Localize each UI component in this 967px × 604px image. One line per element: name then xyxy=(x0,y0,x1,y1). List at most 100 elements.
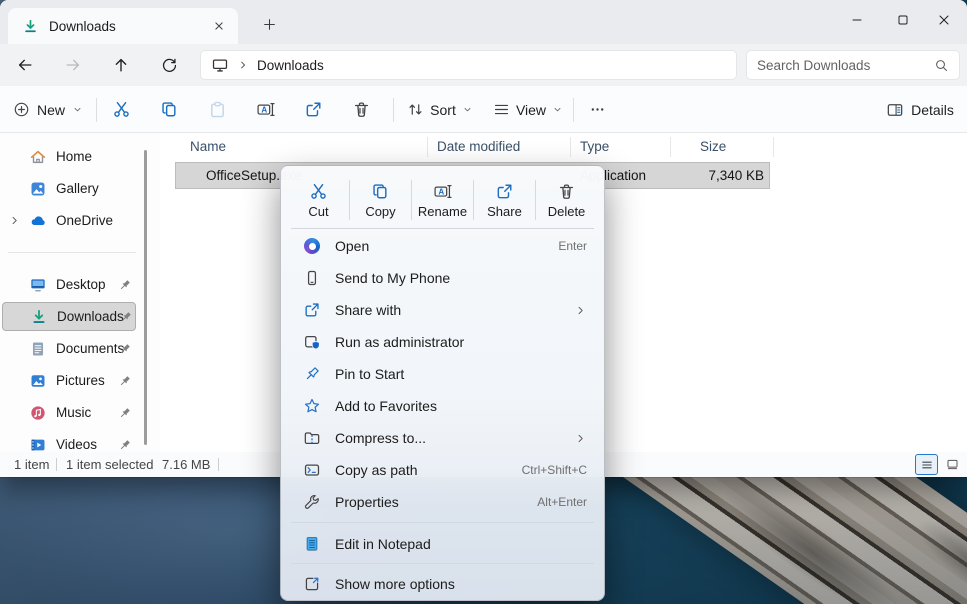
sidebar-item-label: Pictures xyxy=(56,373,105,388)
quick-copy-button[interactable]: Copy xyxy=(350,172,411,228)
search-icon[interactable] xyxy=(934,58,949,73)
column-header-type[interactable]: Type xyxy=(580,139,609,154)
menu-item-send-to-my-phone[interactable]: Send to My Phone xyxy=(286,262,599,294)
rename-button[interactable] xyxy=(245,93,285,126)
item-count: 1 item xyxy=(14,457,49,472)
details-pane-label: Details xyxy=(911,102,954,118)
up-button[interactable] xyxy=(105,51,137,79)
trash-icon xyxy=(557,182,576,201)
menu-item-properties[interactable]: Properties Alt+Enter xyxy=(286,486,599,518)
sidebar-item-label: Desktop xyxy=(56,277,106,292)
expand-chevron-icon[interactable] xyxy=(8,214,22,227)
quick-actions-row: Cut Copy Rename Share Delete xyxy=(288,172,597,228)
column-divider[interactable] xyxy=(670,137,671,157)
menu-item-label: Copy as path xyxy=(335,462,522,478)
menu-item-run-as-administrator[interactable]: Run as administrator xyxy=(286,326,599,358)
toolbar-divider xyxy=(393,98,394,122)
details-pane-button[interactable]: Details xyxy=(880,93,960,126)
navigation-bar: Downloads xyxy=(0,44,967,86)
sidebar-item-pictures[interactable]: Pictures xyxy=(2,366,136,395)
new-button[interactable]: New xyxy=(10,93,86,126)
share-icon xyxy=(495,182,514,201)
status-divider xyxy=(218,458,219,471)
submenu-chevron-icon xyxy=(574,432,587,445)
tab-close-icon[interactable] xyxy=(206,14,232,38)
quick-action-label: Delete xyxy=(548,204,586,219)
search-box xyxy=(746,50,960,80)
sidebar-item-music[interactable]: Music xyxy=(2,398,136,427)
desktop-icon xyxy=(29,276,47,294)
screen: Downloads Downloads xyxy=(0,0,967,604)
sidebar-item-documents[interactable]: Documents xyxy=(2,334,136,363)
quick-cut-button[interactable]: Cut xyxy=(288,172,349,228)
sidebar-item-onedrive[interactable]: OneDrive xyxy=(2,206,136,235)
wrench-icon xyxy=(302,493,322,511)
menu-item-copy-as-path[interactable]: Copy as path Ctrl+Shift+C xyxy=(286,454,599,486)
pin-icon xyxy=(118,374,134,388)
plus-circle-icon xyxy=(13,101,30,118)
quick-action-label: Rename xyxy=(418,204,467,219)
search-input[interactable] xyxy=(757,58,934,73)
back-button[interactable] xyxy=(9,51,41,79)
cut-button[interactable] xyxy=(101,93,141,126)
menu-item-pin-to-start[interactable]: Pin to Start xyxy=(286,358,599,390)
column-header-size[interactable]: Size xyxy=(700,139,726,154)
maximize-button[interactable] xyxy=(880,1,926,39)
home-icon xyxy=(29,148,47,166)
refresh-button[interactable] xyxy=(153,51,185,79)
compress-folder-icon xyxy=(302,429,322,447)
sidebar-item-desktop[interactable]: Desktop xyxy=(2,270,136,299)
paste-button[interactable] xyxy=(197,93,237,126)
shortcut-label: Alt+Enter xyxy=(537,495,587,509)
large-icons-view-toggle[interactable] xyxy=(941,454,964,475)
sidebar-item-label: Gallery xyxy=(56,181,99,196)
menu-item-compress-to[interactable]: Compress to... xyxy=(286,422,599,454)
menu-item-share-with[interactable]: Share with xyxy=(286,294,599,326)
more-options-button[interactable] xyxy=(579,93,615,126)
new-tab-button[interactable] xyxy=(254,10,284,38)
office-icon xyxy=(302,238,322,254)
column-headers: Name Date modified Type Size xyxy=(160,133,967,161)
menu-item-add-to-favorites[interactable]: Add to Favorites xyxy=(286,390,599,422)
menu-item-label: Edit in Notepad xyxy=(335,536,587,552)
quick-share-button[interactable]: Share xyxy=(474,172,535,228)
column-divider[interactable] xyxy=(570,137,571,157)
view-button[interactable]: View xyxy=(489,93,567,126)
column-divider[interactable] xyxy=(773,137,774,157)
sidebar-scrollbar[interactable] xyxy=(144,150,147,445)
delete-button[interactable] xyxy=(341,93,381,126)
status-divider xyxy=(56,458,57,471)
minimize-button[interactable] xyxy=(834,1,880,39)
sidebar-item-downloads[interactable]: Downloads xyxy=(2,302,136,331)
downloads-tab-icon xyxy=(22,18,39,35)
menu-item-label: Pin to Start xyxy=(335,366,587,382)
menu-item-open[interactable]: Open Enter xyxy=(286,230,599,262)
close-button[interactable] xyxy=(921,1,967,39)
menu-item-edit-in-notepad[interactable]: Edit in Notepad xyxy=(286,528,599,560)
copy-button[interactable] xyxy=(149,93,189,126)
navigation-pane: Home Gallery OneDrive Desktop Downloads xyxy=(0,133,160,452)
submenu-chevron-icon xyxy=(574,304,587,317)
breadcrumb[interactable]: Downloads xyxy=(257,58,324,73)
chevron-down-icon xyxy=(462,104,473,115)
forward-button[interactable] xyxy=(57,51,89,79)
column-header-name[interactable]: Name xyxy=(190,139,226,154)
quick-rename-button[interactable]: Rename xyxy=(412,172,473,228)
sidebar-item-gallery[interactable]: Gallery xyxy=(2,174,136,203)
explorer-tab[interactable]: Downloads xyxy=(8,8,238,44)
chevron-down-icon xyxy=(72,104,83,115)
menu-item-label: Run as administrator xyxy=(335,334,587,350)
share-button[interactable] xyxy=(293,93,333,126)
address-bar[interactable]: Downloads xyxy=(200,50,737,80)
column-header-date-modified[interactable]: Date modified xyxy=(437,139,520,154)
quick-delete-button[interactable]: Delete xyxy=(536,172,597,228)
sidebar-item-home[interactable]: Home xyxy=(2,142,136,171)
details-view-toggle[interactable] xyxy=(915,454,938,475)
view-button-label: View xyxy=(516,102,546,118)
menu-item-label: Properties xyxy=(335,494,537,510)
this-pc-icon xyxy=(211,56,229,74)
menu-item-show-more-options[interactable]: Show more options xyxy=(286,568,599,600)
sort-button[interactable]: Sort xyxy=(402,93,478,126)
column-divider[interactable] xyxy=(427,137,428,157)
command-bar: New Sort View xyxy=(0,86,967,133)
